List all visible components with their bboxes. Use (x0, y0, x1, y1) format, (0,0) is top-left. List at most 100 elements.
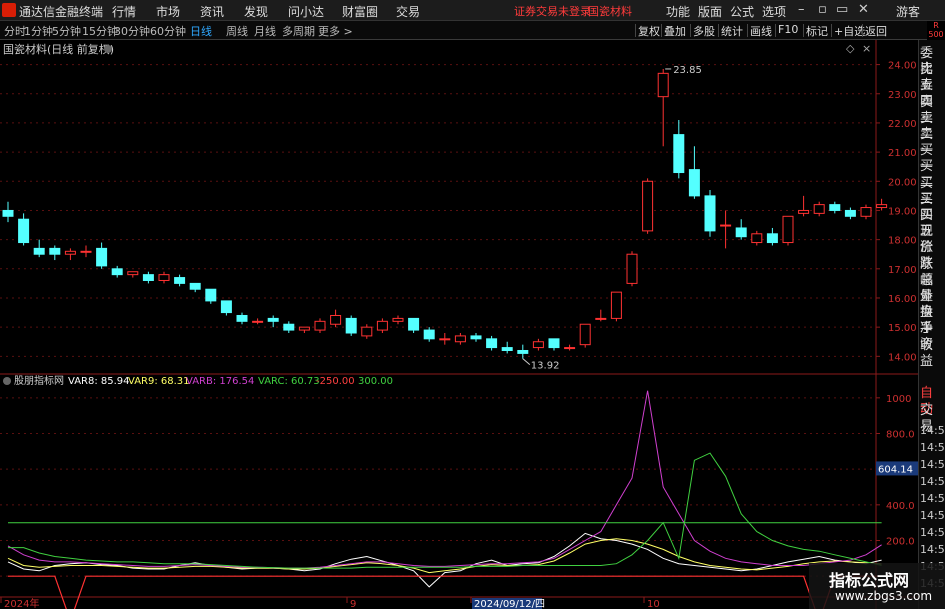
tick-time-7: 14:56 (920, 543, 945, 556)
r-tag-line2: 500 (928, 30, 944, 39)
price-tick-label: 20.00 (888, 177, 917, 188)
period-tab-1[interactable]: 1分钟 (24, 23, 53, 39)
tick-time-5: 14:56 (920, 509, 945, 522)
candle-body (49, 247, 61, 255)
candle-body (205, 288, 217, 302)
toolbar-button-0[interactable]: 复权 (638, 23, 660, 39)
candle-body (174, 277, 186, 284)
candle-body (657, 72, 669, 98)
menu-discover[interactable]: 发现 (244, 3, 268, 20)
app-title: 通达信金融终端 (19, 5, 104, 19)
period-tab-8[interactable]: 月线 (254, 23, 276, 39)
candle-body (720, 224, 732, 227)
restore-icon[interactable]: ▭ (836, 2, 848, 17)
login-warning[interactable]: 证券交易未登录 (514, 3, 591, 19)
side-item-18[interactable]: 收益 (920, 338, 945, 370)
candle-body (96, 247, 108, 267)
indicator-series-25000-line (8, 575, 882, 609)
period-tab-9[interactable]: 多周期 (282, 23, 315, 39)
indicator-tick-label: 400.0 (886, 501, 915, 512)
menu-trade[interactable]: 交易 (396, 3, 420, 20)
tick-time-3: 14:56 (920, 475, 945, 488)
indicator-series-var8-line (7, 532, 882, 588)
minimize-icon[interactable]: – (798, 2, 805, 17)
tick-time-6: 14:56 (920, 526, 945, 539)
tick-time-4: 14:56 (920, 492, 945, 505)
period-tab-7[interactable]: 周线 (226, 23, 248, 39)
menu-quotes[interactable]: 行情 (112, 3, 136, 20)
candle-body (642, 180, 654, 232)
candle-body (704, 195, 716, 232)
period-tab-5[interactable]: 60分钟 (150, 23, 186, 39)
app-logo-icon (2, 3, 16, 17)
candle-body (579, 323, 591, 346)
menu-ask[interactable]: 问小达 (288, 3, 324, 20)
candle-body (80, 250, 92, 253)
toolbar-button-3[interactable]: 统计 (721, 23, 743, 39)
indicator-legend-5: 300.00 (358, 376, 393, 387)
candle-body (330, 314, 342, 325)
toolbar-button-7[interactable]: +自选 (834, 23, 865, 39)
price-tick-label: 22.00 (888, 119, 917, 130)
period-tab-2[interactable]: 5分钟 (52, 23, 81, 39)
price-tick-label: 16.00 (888, 294, 917, 305)
maximize-icon[interactable]: ▫ (818, 2, 827, 17)
low-label: 13.92 (531, 361, 560, 372)
price-tick-label: 17.00 (888, 265, 917, 276)
candle-body (236, 314, 248, 322)
menu-function[interactable]: 功能 (666, 3, 690, 20)
toolbar-button-5[interactable]: F10 (778, 23, 798, 36)
stock-name-header: 国瓷材料 (588, 5, 632, 18)
candle-body (33, 247, 45, 255)
r-tag: R 500 (927, 21, 945, 40)
candle-body (111, 268, 123, 276)
candle-body (127, 271, 139, 276)
menu-layout[interactable]: 版面 (698, 3, 722, 20)
candle-body (142, 274, 154, 281)
candle-body (439, 338, 451, 341)
menu-options[interactable]: 选项 (762, 3, 786, 20)
toolbar-button-6[interactable]: 标记 (806, 23, 828, 39)
candle-body (798, 209, 810, 214)
menu-news[interactable]: 资讯 (200, 3, 224, 20)
candle-body (423, 329, 435, 340)
menu-market[interactable]: 市场 (156, 3, 180, 20)
candle-body (751, 233, 763, 244)
guest-label[interactable]: 游客 (896, 3, 920, 20)
period-tab-3[interactable]: 15分钟 (82, 23, 118, 39)
toolbar-divider (690, 24, 691, 37)
panel-close-icon[interactable]: × (862, 42, 871, 55)
menu-formula[interactable]: 公式 (730, 3, 754, 20)
period-tab-6[interactable]: 日线 (190, 23, 212, 39)
title-settings-icon[interactable] (104, 45, 112, 53)
candle-body (158, 274, 170, 281)
kline-chart[interactable]: 24.00 23.00 22.00 21.00 20.00 19.00 18.00 17.00… (0, 40, 918, 609)
date-label-2: 2024/09/12/四 (474, 599, 545, 609)
close-icon[interactable]: ✕ (858, 2, 869, 17)
menu-wealth[interactable]: 财富圈 (342, 3, 378, 20)
diamond-icon[interactable]: ◇ (846, 42, 855, 55)
toolbar-divider (831, 24, 832, 37)
price-tick-label: 14.00 (888, 352, 917, 363)
menu-bar: 通达信金融终端 行情 市场 资讯 发现 问小达 财富圈 交易 证券交易未登录 国… (0, 0, 945, 21)
toolbar-button-1[interactable]: 叠加 (664, 23, 686, 39)
candle-body (501, 347, 513, 351)
price-tick-label: 15.00 (888, 323, 917, 334)
toolbar-divider (661, 24, 662, 37)
period-tab-4[interactable]: 30分钟 (114, 23, 150, 39)
indicator-name: 股朋指标网 (14, 374, 64, 387)
toolbar-button-4[interactable]: 画线 (750, 23, 772, 39)
toolbar-divider (718, 24, 719, 37)
toolbar-button-8[interactable]: 返回 (865, 23, 887, 39)
candle-body (595, 317, 607, 320)
period-tab-10[interactable]: 更多 > (318, 23, 353, 39)
period-tab-0[interactable]: 分时 (4, 23, 26, 39)
toolbar-divider (635, 24, 636, 37)
cursor-value-text: 604.14 (878, 464, 913, 475)
toolbar-button-2[interactable]: 多股 (693, 23, 715, 39)
candle-body (220, 300, 232, 314)
candle-body (532, 341, 544, 349)
indicator-settings-icon[interactable] (3, 377, 11, 385)
indicator-legend-1: VAR9: 68.31 (128, 376, 190, 387)
toolbar-divider (862, 24, 863, 37)
